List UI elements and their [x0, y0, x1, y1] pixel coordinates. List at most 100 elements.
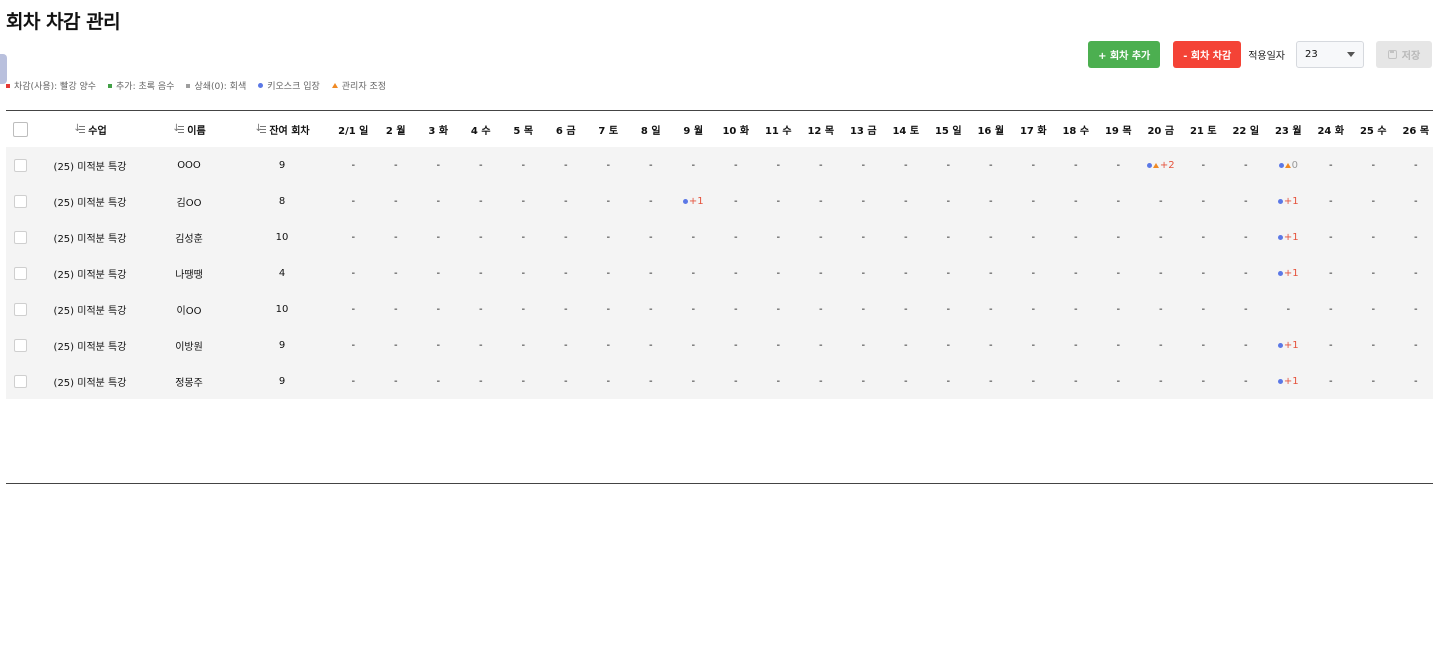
- day-cell[interactable]: -: [332, 340, 375, 351]
- day-cell[interactable]: -: [1352, 196, 1395, 207]
- day-cell[interactable]: -: [715, 340, 758, 351]
- day-cell[interactable]: -: [1182, 268, 1225, 279]
- table-row[interactable]: (25) 미적분 특강 나땡땡 4- - - - - - - - - - - - - - - - - - - - - - +1-…: [6, 255, 1433, 291]
- day-cell[interactable]: -: [1140, 304, 1183, 315]
- day-cell[interactable]: -: [545, 268, 588, 279]
- day-cell[interactable]: -: [1225, 268, 1268, 279]
- day-cell[interactable]: -: [970, 160, 1013, 171]
- day-cell[interactable]: -: [1395, 268, 1433, 279]
- day-cell[interactable]: -: [587, 340, 630, 351]
- day-cell[interactable]: -: [927, 196, 970, 207]
- day-cell[interactable]: -: [1140, 268, 1183, 279]
- day-cell[interactable]: -: [587, 268, 630, 279]
- day-cell[interactable]: -: [545, 304, 588, 315]
- day-cell[interactable]: -: [842, 268, 885, 279]
- day-cell[interactable]: -: [1310, 268, 1353, 279]
- day-cell[interactable]: -: [630, 232, 673, 243]
- day-cell[interactable]: -: [1352, 268, 1395, 279]
- day-cell[interactable]: -: [1225, 196, 1268, 207]
- day-cell[interactable]: -: [715, 268, 758, 279]
- day-cell[interactable]: -: [545, 232, 588, 243]
- row-checkbox[interactable]: [13, 158, 27, 172]
- day-cell[interactable]: -: [1140, 232, 1183, 243]
- day-cell[interactable]: -: [417, 304, 460, 315]
- day-cell[interactable]: -: [375, 304, 418, 315]
- day-cell[interactable]: -: [1225, 376, 1268, 387]
- day-cell[interactable]: -: [885, 376, 928, 387]
- day-cell[interactable]: -: [927, 160, 970, 171]
- day-cell[interactable]: -: [672, 232, 715, 243]
- day-cell[interactable]: -: [1352, 304, 1395, 315]
- day-cell[interactable]: -: [800, 304, 843, 315]
- day-cell[interactable]: -: [885, 340, 928, 351]
- day-cell[interactable]: -: [757, 232, 800, 243]
- row-checkbox[interactable]: [13, 302, 27, 316]
- row-checkbox[interactable]: [13, 338, 27, 352]
- day-cell[interactable]: -: [502, 232, 545, 243]
- day-cell[interactable]: -: [1310, 232, 1353, 243]
- day-cell[interactable]: -: [757, 376, 800, 387]
- day-cell[interactable]: 0: [1267, 160, 1310, 171]
- day-cell[interactable]: -: [1395, 304, 1433, 315]
- day-cell[interactable]: -: [842, 376, 885, 387]
- day-cell[interactable]: +1: [672, 196, 715, 207]
- day-cell[interactable]: -: [927, 268, 970, 279]
- header-remaining[interactable]: 잔여 회차: [232, 122, 332, 137]
- day-cell[interactable]: -: [885, 268, 928, 279]
- day-cell[interactable]: +1: [1267, 340, 1310, 351]
- day-cell[interactable]: -: [332, 268, 375, 279]
- day-cell[interactable]: -: [1012, 304, 1055, 315]
- day-cell[interactable]: -: [927, 340, 970, 351]
- day-cell[interactable]: -: [587, 160, 630, 171]
- day-cell[interactable]: -: [1310, 160, 1353, 171]
- day-cell[interactable]: -: [1012, 340, 1055, 351]
- row-checkbox[interactable]: [13, 230, 27, 244]
- day-cell[interactable]: -: [630, 376, 673, 387]
- day-cell[interactable]: -: [417, 232, 460, 243]
- day-cell[interactable]: -: [332, 232, 375, 243]
- day-cell[interactable]: -: [630, 304, 673, 315]
- table-row[interactable]: (25) 미적분 특강 정몽주 9- - - - - - - - - - - - - - - - - - - - - - +1-…: [6, 363, 1433, 399]
- day-cell[interactable]: -: [1012, 268, 1055, 279]
- day-cell[interactable]: -: [715, 232, 758, 243]
- day-cell[interactable]: -: [1310, 196, 1353, 207]
- day-cell[interactable]: -: [1055, 376, 1098, 387]
- day-cell[interactable]: -: [715, 160, 758, 171]
- table-row[interactable]: (25) 미적분 특강 이방원 9- - - - - - - - - - - - - - - - - - - - - - +1-…: [6, 327, 1433, 363]
- day-cell[interactable]: -: [757, 340, 800, 351]
- day-cell[interactable]: -: [502, 196, 545, 207]
- day-cell[interactable]: -: [970, 340, 1013, 351]
- day-cell[interactable]: -: [1055, 196, 1098, 207]
- day-cell[interactable]: -: [1182, 196, 1225, 207]
- day-cell[interactable]: -: [375, 268, 418, 279]
- day-cell[interactable]: -: [460, 232, 503, 243]
- day-cell[interactable]: -: [885, 196, 928, 207]
- day-cell[interactable]: -: [927, 232, 970, 243]
- day-cell[interactable]: -: [460, 376, 503, 387]
- day-cell[interactable]: -: [757, 304, 800, 315]
- day-cell[interactable]: -: [842, 196, 885, 207]
- day-cell[interactable]: -: [970, 376, 1013, 387]
- day-cell[interactable]: -: [970, 232, 1013, 243]
- day-cell[interactable]: -: [1310, 340, 1353, 351]
- day-cell[interactable]: -: [672, 376, 715, 387]
- day-cell[interactable]: -: [970, 196, 1013, 207]
- day-cell[interactable]: -: [1097, 268, 1140, 279]
- day-cell[interactable]: -: [417, 160, 460, 171]
- day-cell[interactable]: -: [1012, 196, 1055, 207]
- day-cell[interactable]: -: [460, 196, 503, 207]
- day-cell[interactable]: -: [1225, 232, 1268, 243]
- day-cell[interactable]: -: [417, 376, 460, 387]
- header-name[interactable]: 이름: [146, 122, 232, 137]
- day-cell[interactable]: -: [1395, 340, 1433, 351]
- day-cell[interactable]: -: [1182, 376, 1225, 387]
- day-cell[interactable]: -: [417, 196, 460, 207]
- day-cell[interactable]: -: [1097, 340, 1140, 351]
- day-cell[interactable]: -: [332, 376, 375, 387]
- day-cell[interactable]: -: [587, 196, 630, 207]
- day-cell[interactable]: -: [885, 232, 928, 243]
- day-cell[interactable]: -: [1097, 376, 1140, 387]
- day-cell[interactable]: -: [587, 232, 630, 243]
- table-row[interactable]: (25) 미적분 특강 김성훈 10- - - - - - - - - - - - - - - - - - - - - - +1…: [6, 219, 1433, 255]
- day-cell[interactable]: -: [375, 196, 418, 207]
